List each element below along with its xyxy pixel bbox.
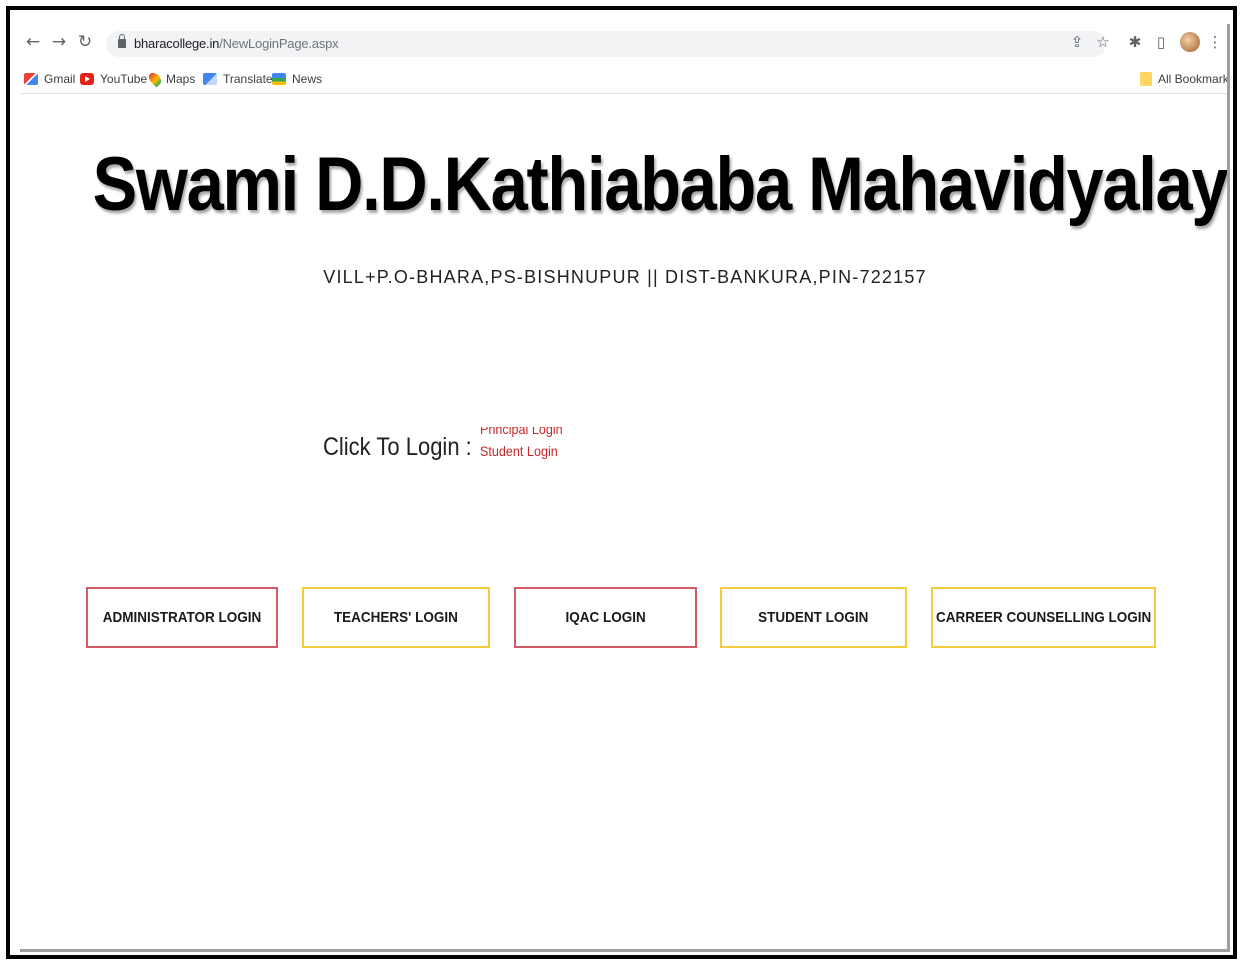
button-label: ADMINISTRATOR LOGIN <box>102 609 262 626</box>
bookmark-maps[interactable]: Maps <box>146 70 196 88</box>
student-login-button[interactable]: STUDENT LOGIN <box>720 587 907 648</box>
share-icon[interactable]: ⇪ <box>1068 33 1086 51</box>
browser-toolbar: ← → ↻ bharacollege.in/NewLoginPage.aspx … <box>20 24 1227 64</box>
click-to-login-label: Click To Login : <box>323 433 472 461</box>
side-panel-icon[interactable]: ▯ <box>1152 33 1170 51</box>
button-label: CARREER COUNSELLING LOGIN <box>935 609 1152 626</box>
bookmark-gmail[interactable]: Gmail <box>24 71 75 87</box>
principal-login-link[interactable]: Principal Login <box>480 427 579 440</box>
url-path: /NewLoginPage.aspx <box>219 36 339 51</box>
translate-icon <box>203 73 217 85</box>
bookmark-label: Gmail <box>44 72 76 86</box>
screenshot-frame: ← → ↻ bharacollege.in/NewLoginPage.aspx … <box>6 6 1237 959</box>
student-login-link[interactable]: Student Login <box>480 440 579 462</box>
button-label: IQAC LOGIN <box>565 609 646 626</box>
college-title: Swami D.D.Kathiababa Mahavidyalaya <box>92 142 1230 227</box>
forward-icon[interactable]: → <box>50 32 68 52</box>
browser-window: ← → ↻ bharacollege.in/NewLoginPage.aspx … <box>20 24 1230 952</box>
bookmark-star-icon[interactable]: ☆ <box>1094 33 1112 51</box>
maps-icon <box>146 70 164 88</box>
bookmark-translate[interactable]: Translate <box>203 71 273 87</box>
bookmark-youtube[interactable]: YouTube <box>80 71 147 87</box>
college-address: VILL+P.O-BHARA,PS-BISHNUPUR || DIST-BANK… <box>323 267 927 287</box>
url-domain: bharacollege.in <box>134 36 220 51</box>
lock-icon <box>118 34 126 48</box>
extensions-icon[interactable]: ✱ <box>1126 33 1144 51</box>
reload-icon[interactable]: ↻ <box>76 32 94 52</box>
bookmark-label: Maps <box>166 72 196 86</box>
all-bookmarks-label: All Bookmarks <box>1158 72 1230 86</box>
profile-avatar[interactable] <box>1180 32 1200 52</box>
url-text: bharacollege.in/NewLoginPage.aspx <box>134 36 339 51</box>
bookmark-label: News <box>292 72 323 86</box>
bookmark-label: YouTube <box>100 72 148 86</box>
bookmark-news[interactable]: News <box>272 71 322 87</box>
career-counselling-login-button[interactable]: CARREER COUNSELLING LOGIN <box>931 587 1156 648</box>
button-label: TEACHERS' LOGIN <box>334 609 458 626</box>
page-content: Swami D.D.Kathiababa Mahavidyalaya VILL+… <box>20 95 1230 949</box>
menu-kebab-icon[interactable]: ⋮ <box>1206 33 1224 51</box>
news-icon <box>272 73 286 85</box>
administrator-login-button[interactable]: ADMINISTRATOR LOGIN <box>86 587 278 648</box>
iqac-login-button[interactable]: IQAC LOGIN <box>514 587 697 648</box>
bookmark-label: Translate <box>223 72 273 86</box>
folder-icon <box>1140 72 1152 86</box>
button-label: STUDENT LOGIN <box>758 609 869 626</box>
back-icon[interactable]: ← <box>24 32 42 52</box>
bookmarks-bar: Gmail YouTube Maps Translate News All Bo… <box>20 64 1227 94</box>
all-bookmarks[interactable]: All Bookmarks <box>1140 71 1230 87</box>
login-ticker: Principal Login Student Login <box>480 427 590 465</box>
gmail-icon <box>24 73 38 85</box>
address-bar[interactable]: bharacollege.in/NewLoginPage.aspx <box>106 31 1106 57</box>
teachers-login-button[interactable]: TEACHERS' LOGIN <box>302 587 490 648</box>
youtube-icon <box>80 73 94 85</box>
